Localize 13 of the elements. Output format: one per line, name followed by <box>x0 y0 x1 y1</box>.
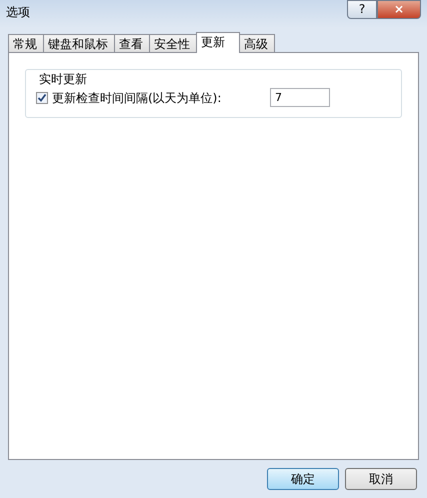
tab[interactable]: 常规 <box>8 34 44 52</box>
window-title: 选项 <box>6 4 31 21</box>
help-button[interactable]: ? <box>347 0 377 19</box>
tab[interactable]: 键盘和鼠标 <box>43 34 115 52</box>
tab[interactable]: 高级 <box>239 34 275 52</box>
tab[interactable]: 更新 <box>196 32 240 53</box>
cancel-button[interactable]: 取消 <box>345 468 417 490</box>
ok-button[interactable]: 确定 <box>267 468 339 490</box>
tab[interactable]: 查看 <box>114 34 150 52</box>
tab[interactable]: 安全性 <box>149 34 197 52</box>
interval-field[interactable]: 7 <box>270 88 330 107</box>
checkbox[interactable] <box>36 92 48 104</box>
checkbox-label: 更新检查时间间隔(以天为单位): <box>52 90 222 106</box>
